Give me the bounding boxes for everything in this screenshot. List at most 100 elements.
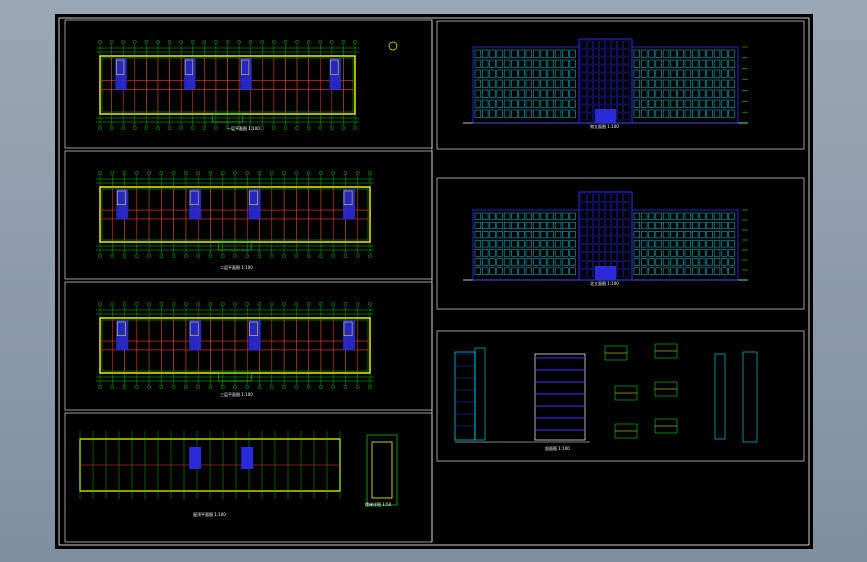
window — [533, 99, 540, 108]
window — [706, 240, 713, 248]
window — [511, 99, 518, 108]
window — [540, 240, 547, 248]
stair-detail — [366, 434, 398, 506]
window — [655, 267, 662, 275]
axis-bubble — [368, 302, 372, 306]
window — [562, 258, 569, 266]
axis-bubble — [98, 126, 102, 130]
window — [677, 99, 684, 108]
window — [706, 49, 713, 58]
window — [684, 99, 692, 108]
window — [655, 212, 662, 220]
window — [662, 221, 670, 230]
window — [569, 249, 576, 257]
window — [474, 99, 482, 108]
window — [547, 49, 554, 58]
tower-grid — [611, 210, 617, 219]
cad-canvas: 一层平面图 1:100 二层平面图 1:100 三层平面图 1:100 屋顶平面… — [58, 17, 810, 546]
window — [503, 212, 511, 220]
axis-bubble — [196, 302, 200, 306]
stair-core — [343, 320, 356, 351]
tower-grid — [593, 193, 599, 202]
tower-grid — [617, 261, 624, 269]
axis-bubble — [294, 171, 299, 175]
window — [677, 231, 684, 239]
elevations — [463, 38, 748, 281]
window — [670, 258, 677, 266]
window — [706, 89, 713, 98]
axis-bubble — [135, 385, 139, 389]
floor-plan-2 — [96, 171, 374, 258]
tower-grid — [580, 244, 587, 252]
window — [706, 212, 713, 220]
window — [540, 267, 547, 275]
window — [699, 79, 706, 88]
tower-grid — [605, 80, 611, 89]
window — [699, 49, 706, 58]
window — [662, 99, 670, 108]
window — [569, 240, 576, 248]
axis-bubble — [283, 40, 288, 44]
tower-grid — [605, 40, 611, 49]
window — [655, 69, 662, 78]
window — [533, 89, 540, 98]
window — [562, 89, 569, 98]
tower-grid — [586, 227, 593, 236]
window — [721, 49, 728, 58]
window — [641, 99, 648, 108]
tower-grid — [623, 112, 630, 121]
window — [511, 267, 518, 275]
axis-bubble — [202, 126, 207, 130]
window — [713, 89, 721, 98]
window — [692, 249, 699, 257]
window — [670, 49, 677, 58]
floor-plans — [79, 40, 398, 506]
window — [554, 69, 562, 78]
window — [670, 267, 677, 275]
window — [525, 267, 533, 275]
window — [547, 231, 554, 239]
stair-core — [184, 58, 196, 90]
window — [482, 267, 489, 275]
window — [677, 69, 684, 78]
window — [684, 49, 692, 58]
window — [721, 249, 728, 257]
window — [503, 231, 511, 239]
window — [699, 258, 706, 266]
window — [728, 109, 735, 118]
window — [721, 258, 728, 266]
window — [648, 89, 655, 98]
window — [482, 249, 489, 257]
window — [503, 249, 511, 257]
tower-grid — [593, 219, 599, 227]
axis-bubble — [272, 126, 276, 130]
stair-core — [248, 189, 261, 220]
axis-bubble — [353, 40, 357, 44]
window — [684, 89, 692, 98]
tower-grid — [605, 252, 611, 261]
window — [503, 109, 511, 118]
floor-plan-3 — [96, 302, 374, 389]
stair-core — [189, 320, 202, 351]
window — [713, 109, 721, 118]
window — [482, 258, 489, 266]
tower-grid — [593, 202, 599, 210]
window — [511, 258, 518, 266]
floor-plan-1 — [96, 40, 359, 130]
window — [721, 79, 728, 88]
window — [655, 49, 662, 58]
axis-bubble — [110, 254, 115, 258]
window — [474, 231, 482, 239]
window — [706, 267, 713, 275]
axis-bubble — [306, 302, 311, 306]
window — [525, 59, 533, 68]
window — [633, 267, 641, 275]
tower-grid — [586, 193, 593, 202]
axis-bubble — [144, 126, 149, 130]
window — [677, 89, 684, 98]
axis-bubble — [159, 385, 164, 389]
axis-bubble — [214, 40, 218, 44]
window — [496, 267, 503, 275]
window — [721, 109, 728, 118]
tower-grid — [593, 64, 599, 73]
